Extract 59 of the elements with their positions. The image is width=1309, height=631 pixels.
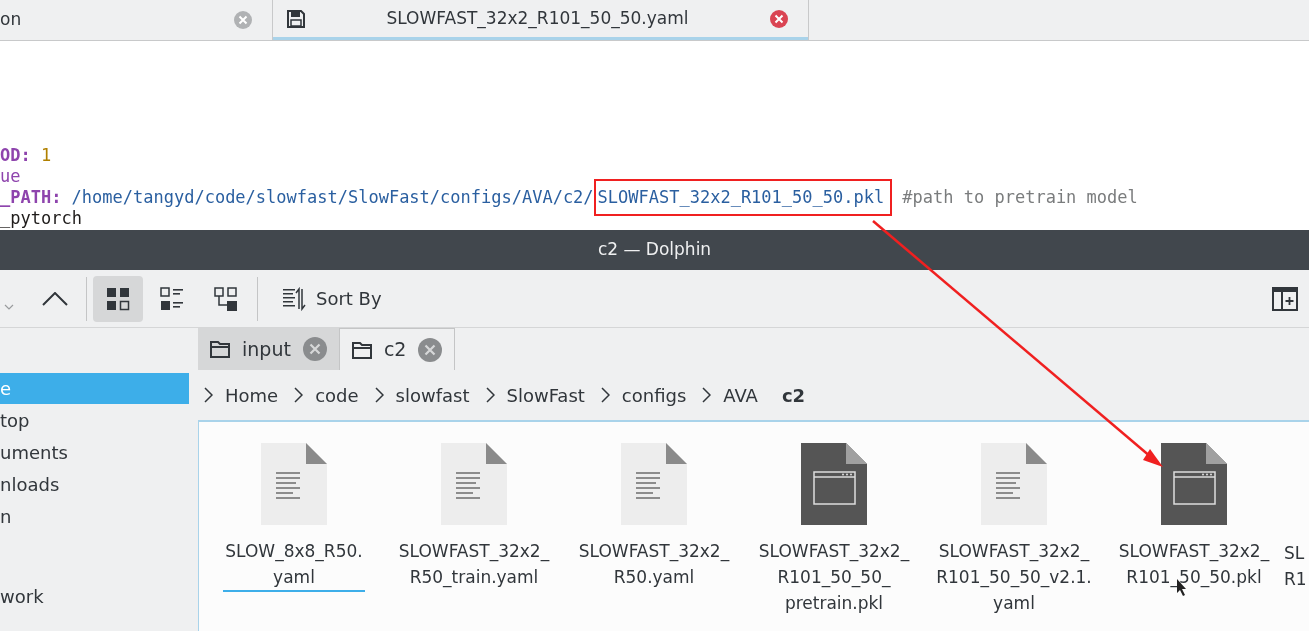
chevron-right-icon	[374, 387, 384, 403]
chevron-up-icon	[42, 291, 68, 306]
file-name[interactable]: SLOWFAST_32x2_ R101_50_50_ pretrain.pkl	[756, 538, 912, 616]
chevron-right-icon	[702, 387, 712, 403]
folder-icon	[210, 340, 230, 358]
code-text: OD:	[0, 145, 31, 166]
close-icon[interactable]	[302, 337, 327, 361]
text-file-icon[interactable]	[440, 442, 508, 526]
file-name[interactable]: SLOWFAST_32x2_ R101_50_50_v2.1. yaml	[934, 538, 1094, 616]
sidebar-item[interactable]: uments	[0, 437, 189, 468]
chevron-right-icon	[600, 387, 610, 403]
unknown-file-icon[interactable]	[1160, 442, 1228, 526]
file-name[interactable]: SLOWFAST_32x2_ R101_50_50.pkl	[1116, 538, 1272, 590]
list-view-icon	[160, 286, 184, 311]
sidebar-item[interactable]: nloads	[0, 469, 189, 500]
grid-view-icon	[106, 286, 130, 311]
chevron-right-icon	[204, 387, 213, 403]
folder-tab[interactable]: c2	[338, 328, 456, 370]
split-view-icon[interactable]	[1272, 286, 1298, 311]
sort-icon	[282, 286, 306, 311]
close-icon[interactable]	[418, 337, 443, 362]
sidebar-item[interactable]: top	[0, 405, 189, 436]
sidebar-item[interactable]: work	[0, 581, 189, 612]
close-icon[interactable]	[770, 9, 788, 28]
text-file-icon[interactable]	[260, 442, 328, 526]
breadcrumb-item[interactable]: c2	[777, 381, 810, 409]
chevron-right-icon	[294, 387, 304, 403]
folder-tab[interactable]: input	[198, 328, 339, 370]
code-text: #path to pretrain model	[902, 187, 1138, 208]
code-text: 1	[40, 145, 52, 166]
breadcrumb-item[interactable]: Home	[221, 381, 283, 409]
file-name[interactable]: SLOWFAST_32x2_ R50_train.yaml	[396, 538, 552, 590]
window-title: c2 — Dolphin	[597, 238, 712, 262]
breadcrumb-item[interactable]: AVA	[719, 381, 762, 409]
chevron-right-icon	[485, 387, 495, 403]
code-text: _PATH:	[0, 187, 62, 208]
unknown-file-icon[interactable]	[800, 442, 868, 526]
breadcrumb-item[interactable]: configs	[617, 381, 691, 409]
code-text: SLOWFAST_32x2_R101_50_50.pkl	[597, 187, 885, 207]
code-text: ue	[0, 166, 21, 187]
editor-tab[interactable]: SLOWFAST_32x2_R101_50_50.yaml	[273, 0, 808, 40]
text-file-icon[interactable]	[620, 442, 688, 526]
text-file-icon[interactable]	[980, 442, 1048, 526]
folder-icon	[351, 340, 372, 359]
code-text: /home/tangyd/code/slowfast/SlowFast/configs/AVA/c2/	[71, 187, 594, 208]
file-name[interactable]: SLOWFAST_32x2_ R50.yaml	[576, 538, 732, 590]
breadcrumb-item[interactable]: slowfast	[391, 381, 474, 409]
file-name[interactable]: SLOW_8x8_R50. yaml	[223, 538, 365, 592]
save-icon	[287, 9, 305, 28]
breadcrumb-item[interactable]: SlowFast	[502, 381, 589, 409]
view-mode-button[interactable]	[93, 275, 143, 322]
tree-view-icon	[214, 286, 238, 311]
file-name[interactable]: SL R1	[1284, 540, 1307, 592]
sidebar-item[interactable]: n	[0, 501, 189, 532]
code-text: _pytorch	[0, 208, 82, 229]
chevron-down-icon[interactable]	[4, 304, 14, 310]
breadcrumb-item[interactable]: code	[311, 381, 363, 409]
sort-by-button[interactable]: Sort By	[276, 284, 388, 313]
editor-tab[interactable]: on	[0, 0, 272, 40]
